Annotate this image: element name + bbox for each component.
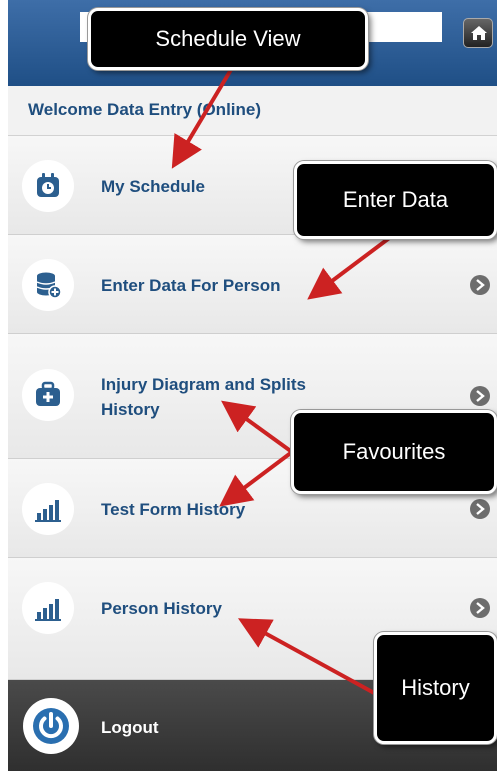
arrow-favourites-2 <box>219 450 294 507</box>
callout-history: History <box>374 632 497 744</box>
arrow-enter-data <box>307 234 394 300</box>
arrow-schedule-view <box>171 66 234 169</box>
callout-schedule-view: Schedule View <box>88 8 368 70</box>
callout-favourites: Favourites <box>291 410 497 494</box>
arrow-favourites-1 <box>221 400 294 454</box>
arrow-history <box>237 618 377 696</box>
callout-enter-data: Enter Data <box>294 161 497 239</box>
